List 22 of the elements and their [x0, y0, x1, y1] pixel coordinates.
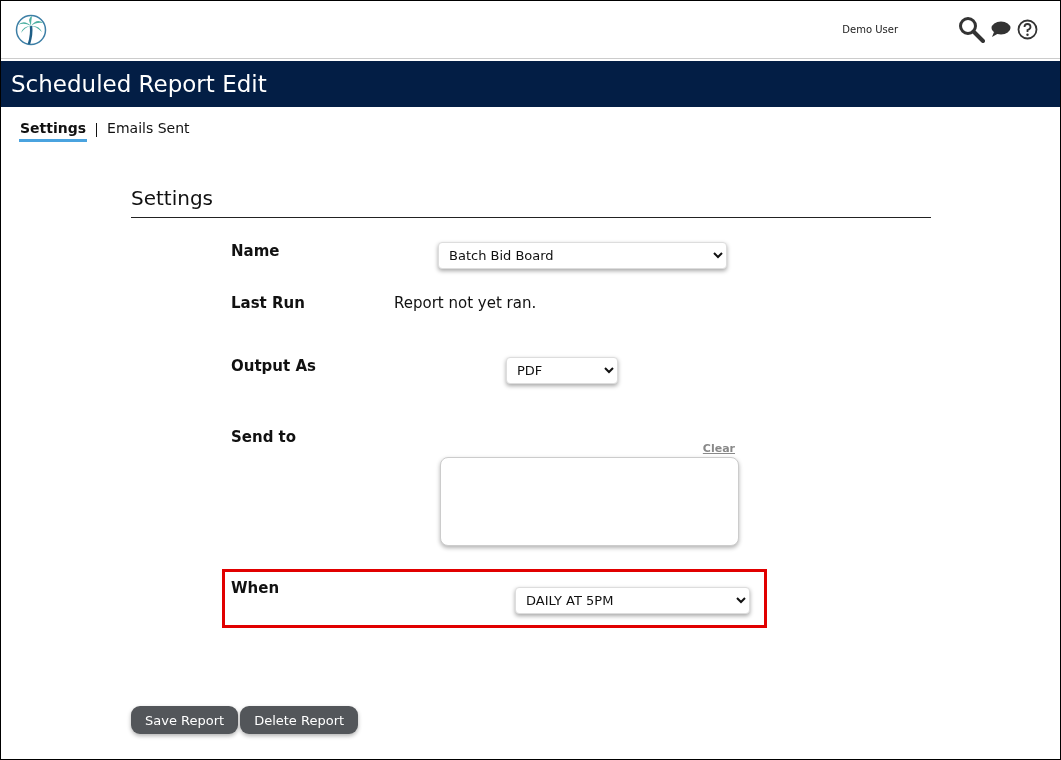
last-run-text: Report not yet ran. — [394, 294, 537, 312]
section-heading: Settings — [131, 186, 931, 218]
field-label: Output As — [231, 357, 317, 375]
field-label: Name — [231, 242, 281, 260]
clear-link[interactable]: Clear — [440, 442, 735, 455]
search-icon[interactable] — [958, 16, 985, 43]
dropdown[interactable]: DAILY AT 5PM — [515, 587, 750, 614]
help-icon[interactable] — [1017, 19, 1038, 40]
action-button[interactable]: Save Report — [131, 706, 239, 734]
field-label: Last Run — [231, 294, 306, 312]
field-label: When — [231, 579, 281, 597]
tab[interactable]: Settings — [19, 120, 88, 142]
palm-tree-logo[interactable] — [15, 13, 47, 46]
chat-bubble-icon[interactable] — [991, 21, 1011, 38]
user-name[interactable]: Demo User — [842, 24, 898, 35]
dropdown[interactable]: Batch Bid Board — [438, 242, 727, 269]
action-button[interactable]: Delete Report — [240, 706, 359, 734]
page-title: Scheduled Report Edit — [1, 61, 1060, 107]
recipients-field[interactable] — [440, 457, 739, 546]
tab[interactable]: Emails Sent — [106, 120, 191, 142]
dropdown[interactable]: PDF — [506, 357, 618, 384]
field-label: Send to — [231, 428, 298, 446]
